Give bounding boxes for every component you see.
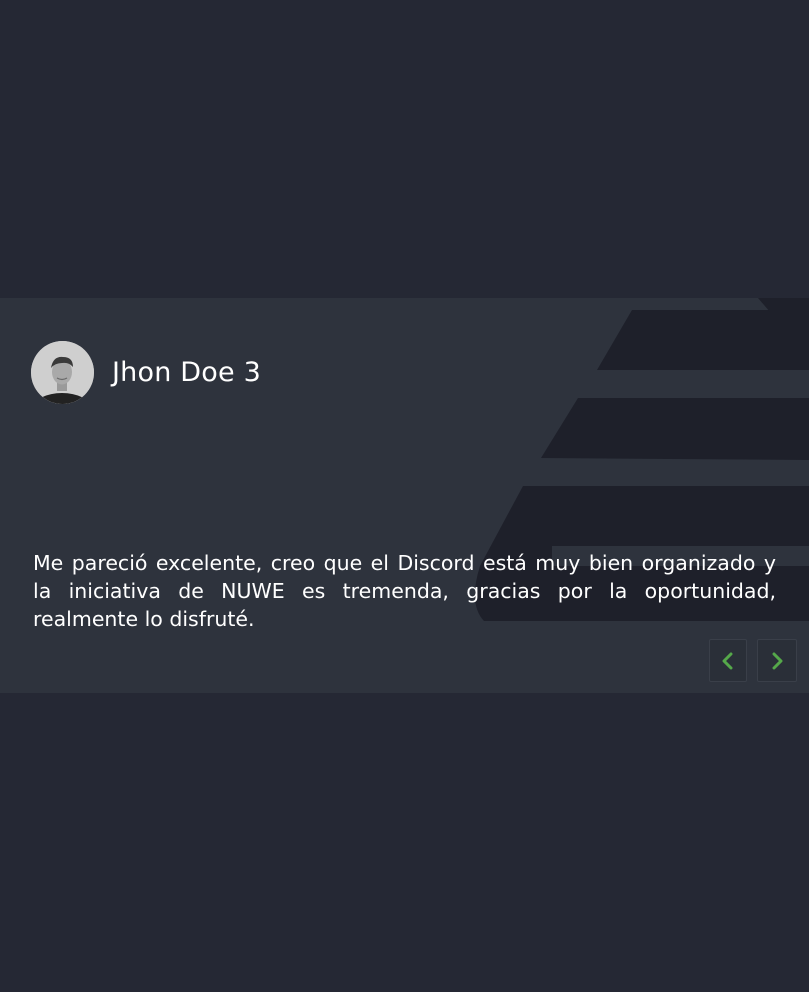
author-block: Jhon Doe 3 <box>31 341 261 404</box>
author-avatar <box>31 341 94 404</box>
chevron-left-icon <box>722 652 733 669</box>
chevron-right-icon <box>772 652 783 669</box>
previous-button[interactable] <box>709 639 747 682</box>
testimonial-card: Jhon Doe 3 Me pareció excelente, creo qu… <box>0 298 809 693</box>
next-button[interactable] <box>757 639 797 682</box>
testimonial-quote: Me pareció excelente, creo que el Discor… <box>33 551 776 631</box>
page: Jhon Doe 3 Me pareció excelente, creo qu… <box>0 0 809 992</box>
author-name: Jhon Doe 3 <box>112 357 261 388</box>
